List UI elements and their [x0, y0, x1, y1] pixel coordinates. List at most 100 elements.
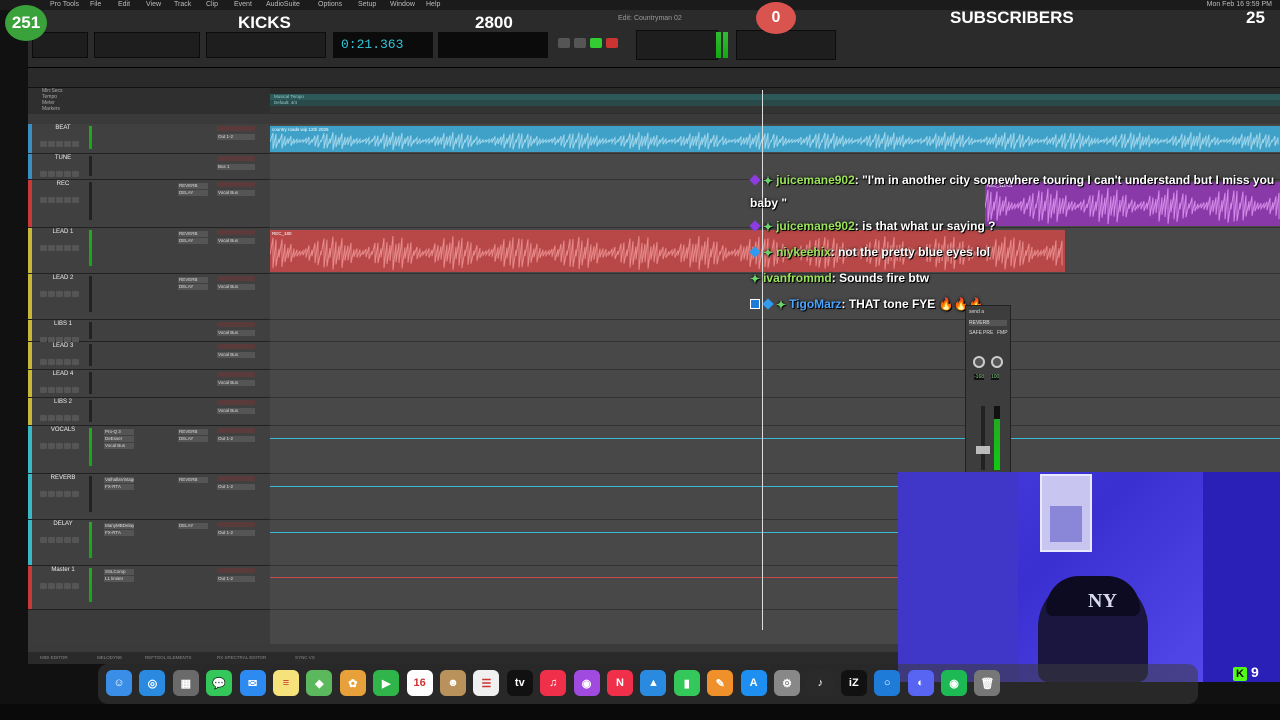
- track-name[interactable]: LIBS 2: [42, 399, 84, 405]
- menu-file[interactable]: File: [90, 1, 101, 8]
- track-libs-2[interactable]: LIBS 2 Vocal Bus: [28, 398, 270, 426]
- mail-icon[interactable]: ✉: [239, 670, 266, 696]
- track-io[interactable]: [217, 322, 255, 327]
- track-buttons[interactable]: [40, 576, 84, 589]
- track-reverb[interactable]: REVERB Out 1-2 REVERB ValhallaVintage FX-RTA: [28, 474, 270, 520]
- bottom-tab-sync-vs[interactable]: SYNC VS: [295, 655, 315, 660]
- music-icon[interactable]: ♫: [540, 670, 567, 696]
- track-output[interactable]: Bus 1: [217, 164, 255, 170]
- lane-libs-1[interactable]: [270, 320, 1280, 342]
- chat-username[interactable]: niykeehix: [776, 245, 831, 259]
- track-io[interactable]: [217, 344, 255, 349]
- edit-tools[interactable]: [206, 32, 326, 58]
- obs-icon[interactable]: ○: [874, 670, 901, 696]
- track-output[interactable]: Out 1-2: [217, 134, 255, 140]
- chat-username[interactable]: juicemane902: [776, 173, 855, 187]
- pan-knob-right[interactable]: [991, 356, 1003, 368]
- audio-clip[interactable]: country roads wip 12th 2026: [270, 126, 1280, 152]
- track-name[interactable]: REVERB: [42, 475, 84, 481]
- track-lead-2[interactable]: LEAD 2 Vocal Bus REVERB DELAY: [28, 274, 270, 320]
- track-name[interactable]: LEAD 2: [42, 275, 84, 281]
- track-output[interactable]: Out 1-2: [217, 484, 255, 490]
- track-output[interactable]: Out 1-2: [217, 530, 255, 536]
- track-name[interactable]: TUNE: [42, 155, 84, 161]
- keynote-icon[interactable]: ▲: [640, 670, 667, 696]
- track-output[interactable]: Vocal Bus: [217, 408, 255, 414]
- grid-nudge-box[interactable]: [736, 30, 836, 60]
- track-name[interactable]: BEAT: [42, 125, 84, 131]
- track-tune[interactable]: TUNE Bus 1: [28, 154, 270, 180]
- lane-libs-2[interactable]: [270, 398, 1280, 426]
- track-buttons[interactable]: [40, 164, 84, 177]
- track-output[interactable]: Vocal Bus: [217, 380, 255, 386]
- plugin-label-fmp[interactable]: FMP: [997, 330, 1008, 336]
- facetime-icon[interactable]: ▶: [373, 670, 400, 696]
- zoom-controls[interactable]: [94, 32, 200, 58]
- contacts-icon[interactable]: ☻: [440, 670, 466, 696]
- track-name[interactable]: LIBS 1: [42, 321, 84, 327]
- news-icon[interactable]: N: [607, 670, 633, 696]
- track-libs-1[interactable]: LIBS 1 Vocal Bus: [28, 320, 270, 343]
- discord-icon[interactable]: ◐: [907, 670, 934, 696]
- pages-icon[interactable]: ✎: [707, 670, 734, 696]
- lane-vocals[interactable]: [270, 426, 1280, 474]
- spotify-icon[interactable]: ◉: [941, 670, 967, 696]
- lane-lead-4[interactable]: [270, 370, 1280, 398]
- notes-icon[interactable]: ≡: [273, 670, 299, 696]
- track-io[interactable]: [217, 126, 255, 131]
- finder-icon[interactable]: ☺: [106, 670, 132, 696]
- chat-username[interactable]: juicemane902: [776, 219, 855, 233]
- track-output[interactable]: Out 1-2: [217, 436, 255, 442]
- lane-beat[interactable]: country roads wip 12th 2026: [270, 124, 1280, 154]
- menu-options[interactable]: Options: [318, 1, 342, 8]
- bottom-tab-rx-spectral-editor[interactable]: RX SPECTRAL EDITOR: [217, 655, 266, 660]
- lane-lead-3[interactable]: [270, 342, 1280, 370]
- track-name[interactable]: DELAY: [42, 521, 84, 527]
- calendar-icon[interactable]: 16: [406, 670, 433, 696]
- ruler-row[interactable]: [270, 106, 1280, 113]
- track-name[interactable]: LEAD 1: [42, 229, 84, 235]
- track-send-slot[interactable]: DELAY: [178, 190, 208, 196]
- send-plugin-window[interactable]: send a REVERB SAFE PRE FMP -168 100: [965, 305, 1011, 473]
- track-name[interactable]: LEAD 3: [42, 343, 84, 349]
- track-insert-slot[interactable]: ValhallaVintage: [104, 477, 134, 483]
- track-buttons[interactable]: [40, 284, 84, 297]
- menu-help[interactable]: Help: [426, 1, 440, 8]
- bottom-tab-melodyne[interactable]: MELODYNE: [97, 655, 122, 660]
- track-send-slot[interactable]: REVERB: [178, 429, 208, 435]
- ruler-label-markers[interactable]: Markers: [42, 106, 60, 112]
- track-master-1[interactable]: Master 1 Out 1-2 SSLComp L1 limiter: [28, 566, 270, 610]
- track-buttons[interactable]: [40, 380, 84, 393]
- trash-icon[interactable]: 🗑: [974, 670, 1001, 696]
- track-insert-slot[interactable]: FX-RTA: [104, 484, 134, 490]
- volume-automation-line[interactable]: [270, 486, 900, 487]
- track-insert-slot[interactable]: Pro-Q 3: [104, 429, 134, 435]
- volume-automation-line[interactable]: [270, 438, 1280, 439]
- rewind-button[interactable]: [558, 38, 570, 48]
- stop-button[interactable]: [574, 38, 586, 48]
- track-buttons[interactable]: [40, 238, 84, 251]
- selection-fields[interactable]: [438, 32, 548, 58]
- track-name[interactable]: VOCALS: [42, 427, 84, 433]
- track-buttons[interactable]: [40, 408, 84, 421]
- track-send-slot[interactable]: REVERB: [178, 183, 208, 189]
- track-lead-4[interactable]: LEAD 4 Vocal Bus: [28, 370, 270, 398]
- menu-track[interactable]: Track: [174, 1, 191, 8]
- track-buttons[interactable]: [40, 352, 84, 365]
- track-send-slot[interactable]: DELAY: [178, 436, 208, 442]
- menu-app-name[interactable]: Pro Tools: [50, 1, 79, 8]
- track-io[interactable]: [217, 230, 255, 235]
- plugin-label-pre[interactable]: PRE: [983, 330, 993, 336]
- track-io[interactable]: [217, 428, 255, 433]
- menu-view[interactable]: View: [146, 1, 161, 8]
- pan-knob-left[interactable]: [973, 356, 985, 368]
- launchpad-icon[interactable]: ▦: [172, 670, 199, 696]
- track-io[interactable]: [217, 522, 255, 527]
- track-insert-slot[interactable]: ManyMBDelay: [104, 523, 134, 529]
- logic-icon[interactable]: ♪: [807, 670, 834, 696]
- track-output[interactable]: Vocal Bus: [217, 330, 255, 336]
- bottom-tab-reftool-elements[interactable]: REFTOOL ELEMENTS: [145, 655, 192, 660]
- track-output[interactable]: Out 1-2: [217, 576, 255, 582]
- track-io[interactable]: [217, 182, 255, 187]
- track-insert-slot[interactable]: SSLComp: [104, 569, 134, 575]
